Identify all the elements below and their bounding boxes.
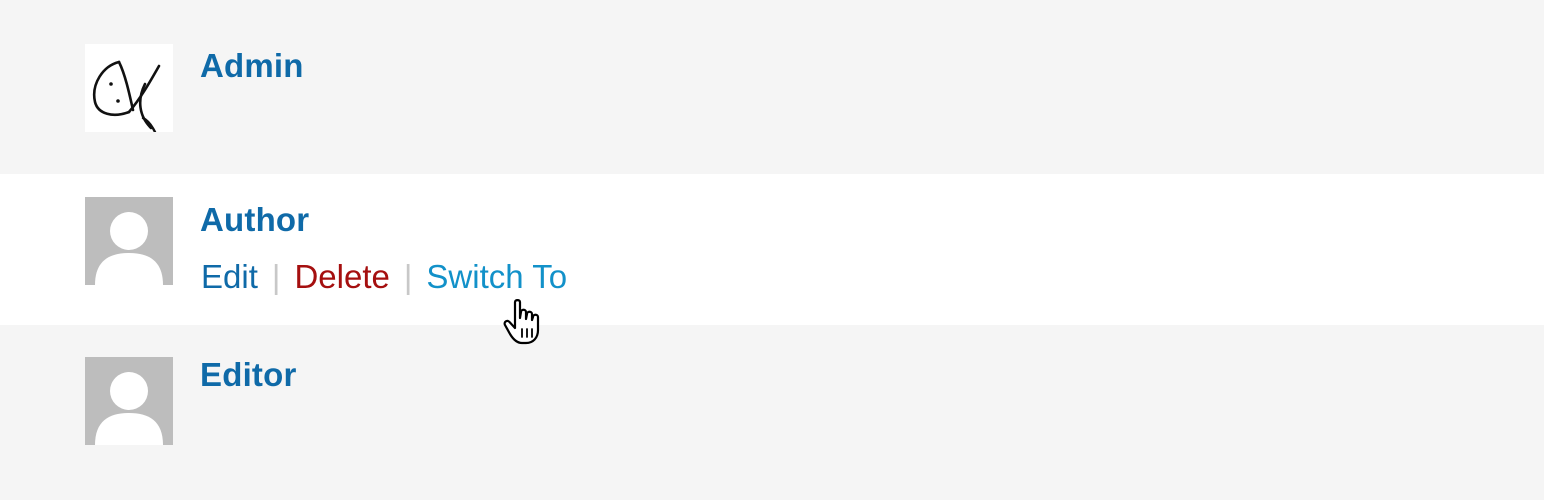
avatar-editor	[85, 357, 173, 445]
user-name-author[interactable]: Author	[200, 201, 309, 239]
row-actions: Edit | Delete | Switch To	[201, 258, 567, 296]
avatar-admin	[85, 44, 173, 132]
delete-link[interactable]: Delete	[294, 258, 389, 295]
default-avatar-icon	[85, 197, 173, 285]
switch-to-link[interactable]: Switch To	[426, 258, 567, 295]
user-name-editor[interactable]: Editor	[200, 356, 297, 394]
action-separator: |	[403, 258, 413, 295]
default-avatar-icon	[85, 357, 173, 445]
avatar-author	[85, 197, 173, 285]
user-row-admin: Admin	[0, 0, 1544, 174]
user-name-admin[interactable]: Admin	[200, 47, 304, 85]
action-separator: |	[271, 258, 281, 295]
edit-link[interactable]: Edit	[201, 258, 258, 295]
user-row-editor: Editor	[0, 325, 1544, 500]
user-list: Admin Author Edit | Delete | Switch To Edito…	[0, 0, 1544, 500]
sketch-avatar-icon	[92, 60, 161, 132]
user-row-author: Author Edit | Delete | Switch To	[0, 174, 1544, 325]
